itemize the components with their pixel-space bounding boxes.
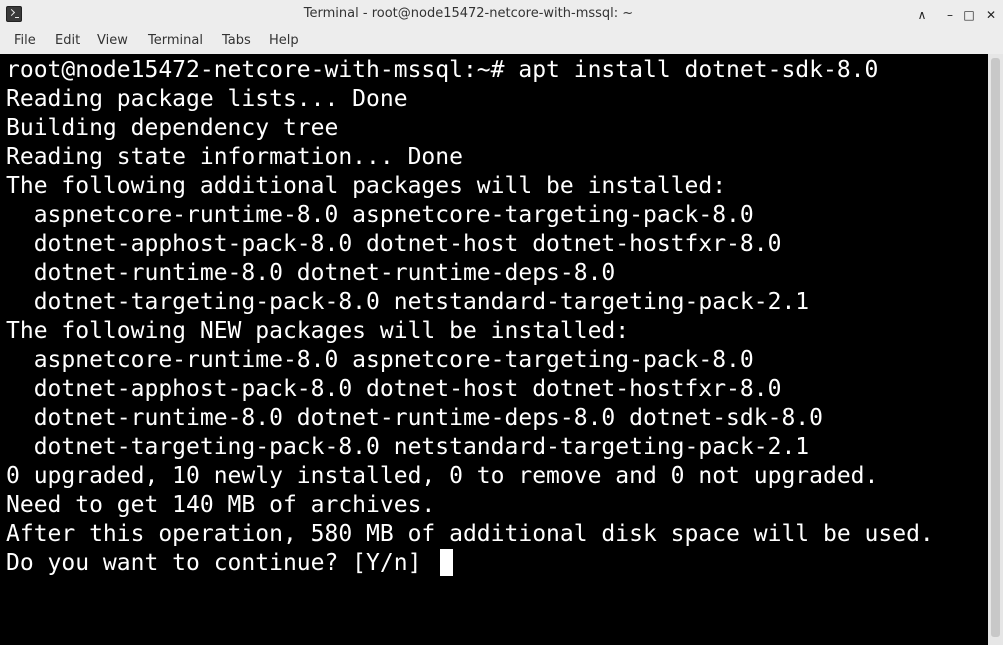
menu-view[interactable]: View: [97, 33, 128, 48]
terminal-window: Terminal - root@node15472-netcore-with-m…: [0, 0, 1003, 645]
menu-file[interactable]: File: [14, 33, 36, 48]
menu-terminal[interactable]: Terminal: [148, 33, 203, 48]
window-title: Terminal - root@node15472-netcore-with-m…: [303, 6, 634, 21]
shade-window-icon[interactable]: ∧: [914, 7, 930, 23]
terminal-line-command: root@node15472-netcore-with-mssql:~# apt…: [6, 57, 879, 83]
menu-help[interactable]: Help: [269, 33, 299, 48]
terminal-line: After this operation, 580 MB of addition…: [6, 521, 934, 547]
scrollbar-thumb[interactable]: [991, 58, 1000, 637]
terminal-line: dotnet-runtime-8.0 dotnet-runtime-deps-8…: [6, 405, 823, 431]
terminal-line: aspnetcore-runtime-8.0 aspnetcore-target…: [6, 202, 754, 228]
terminal-line: aspnetcore-runtime-8.0 aspnetcore-target…: [6, 347, 754, 373]
terminal-output[interactable]: root@node15472-netcore-with-mssql:~# apt…: [0, 54, 988, 645]
terminal-line: Need to get 140 MB of archives.: [6, 492, 436, 518]
menu-tabs[interactable]: Tabs: [222, 33, 251, 48]
terminal-line: The following NEW packages will be insta…: [6, 318, 630, 344]
terminal-line: Reading package lists... Done: [6, 86, 408, 112]
menu-edit[interactable]: Edit: [55, 33, 80, 48]
title-bar[interactable]: Terminal - root@node15472-netcore-with-m…: [0, 0, 1003, 30]
terminal-line: 0 upgraded, 10 newly installed, 0 to rem…: [6, 463, 879, 489]
terminal-scrollbar[interactable]: [988, 54, 1003, 645]
terminal-line: dotnet-targeting-pack-8.0 netstandard-ta…: [6, 289, 810, 315]
terminal-line: Building dependency tree: [6, 115, 339, 141]
close-icon[interactable]: ✕: [983, 7, 999, 23]
terminal-line: dotnet-targeting-pack-8.0 netstandard-ta…: [6, 434, 810, 460]
terminal-line: Reading state information... Done: [6, 144, 463, 170]
maximize-icon[interactable]: □: [961, 7, 977, 23]
terminal-line: dotnet-apphost-pack-8.0 dotnet-host dotn…: [6, 231, 782, 257]
terminal-line: dotnet-apphost-pack-8.0 dotnet-host dotn…: [6, 376, 782, 402]
terminal-line: dotnet-runtime-8.0 dotnet-runtime-deps-8…: [6, 260, 616, 286]
terminal-line-prompt: Do you want to continue? [Y/n]: [6, 550, 436, 576]
minimize-icon[interactable]: –: [942, 7, 958, 23]
terminal-line: The following additional packages will b…: [6, 173, 727, 199]
text-cursor: [440, 549, 453, 576]
menu-bar: File Edit View Terminal Tabs Help: [0, 30, 1003, 54]
